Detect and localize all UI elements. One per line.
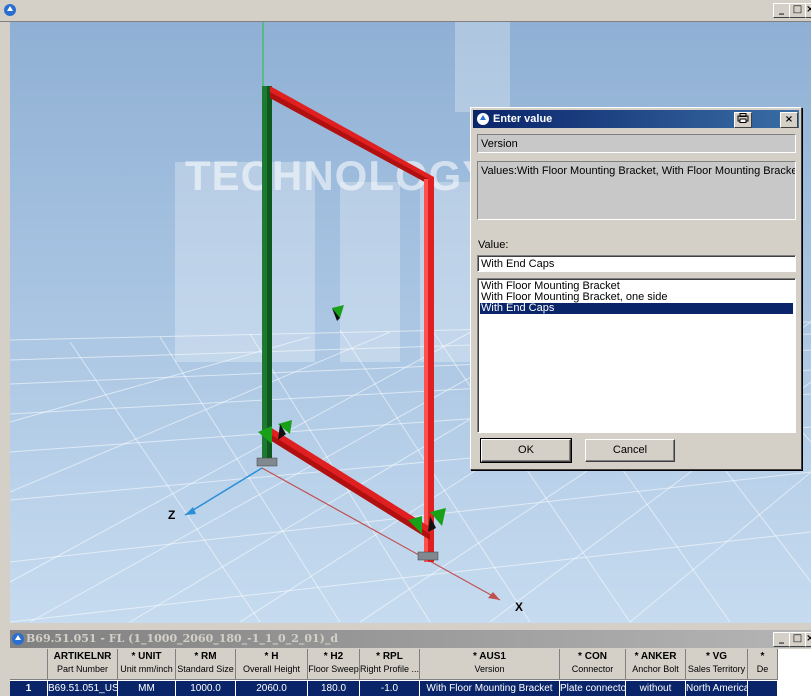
table-cell[interactable]: without — [626, 681, 686, 696]
app-icon — [4, 4, 16, 16]
parameter-table-window: B69.51.051 - FL (1_1000_2060_180_-1_1_0_… — [10, 630, 811, 696]
column-header[interactable]: * AUS1 Version — [420, 649, 560, 680]
table-cell[interactable]: Plate connector — [560, 681, 626, 696]
column-code: * UNIT — [131, 651, 162, 662]
column-header[interactable]: * UNIT Unit mm/inch — [118, 649, 176, 680]
column-code: * — [760, 651, 765, 662]
column-code: * RPL — [376, 651, 403, 662]
printer-icon[interactable] — [734, 112, 752, 128]
column-code: * H2 — [323, 651, 344, 662]
column-description: Part Number — [56, 664, 109, 674]
column-header[interactable]: * De — [748, 649, 778, 680]
table-cell[interactable] — [748, 681, 778, 696]
dialog-title: Enter value — [493, 113, 553, 125]
column-header[interactable] — [10, 649, 48, 680]
table-maximize-button[interactable]: □ — [789, 632, 806, 647]
maximize-button[interactable]: □ — [789, 3, 806, 18]
table-cell[interactable]: -1.0 — [360, 681, 420, 696]
value-label: Value: — [478, 239, 509, 251]
table-cell[interactable]: 180.0 — [308, 681, 360, 696]
column-description: Right Profile ... — [360, 664, 420, 674]
column-description: Sales Territory — [687, 664, 746, 674]
column-header[interactable]: * CON Connector — [560, 649, 626, 680]
table-cell[interactable]: 2060.0 — [236, 681, 308, 696]
minimize-button[interactable]: _ — [773, 3, 790, 18]
list-item-selected[interactable]: With End Caps — [480, 303, 793, 314]
column-description: Anchor Bolt — [632, 664, 679, 674]
cancel-button[interactable]: Cancel — [585, 439, 675, 462]
column-header[interactable]: * VG Sales Territory — [686, 649, 748, 680]
column-description: Unit mm/inch — [120, 664, 173, 674]
options-list[interactable]: With Floor Mounting Bracket With Floor M… — [477, 278, 796, 433]
table-cell[interactable]: 1000.0 — [176, 681, 236, 696]
column-code: * AUS1 — [473, 651, 506, 662]
close-button[interactable]: × — [805, 3, 811, 18]
values-info-display: Values:With Floor Mounting Bracket, With… — [477, 161, 796, 220]
parameter-grid[interactable]: 1 ARTIKELNR Part Number B69.51.051_US * UNIT… — [10, 649, 811, 696]
column-code: * VG — [705, 651, 728, 662]
column-description: Floor Sweep — [308, 664, 359, 674]
column-header[interactable]: * H Overall Height — [236, 649, 308, 680]
table-title: B69.51.051 - FL (1_1000_2060_180_-1_1_0_… — [26, 632, 339, 645]
ok-button[interactable]: OK — [480, 438, 572, 463]
app-icon — [12, 633, 24, 645]
table-close-button[interactable]: × — [805, 632, 811, 647]
table-cell[interactable]: MM — [118, 681, 176, 696]
column-header[interactable]: * RM Standard Size — [176, 649, 236, 680]
column-description: Standard Size — [177, 664, 234, 674]
table-cell[interactable]: B69.51.051_US — [48, 681, 118, 696]
column-code: * ANKER — [634, 651, 677, 662]
column-code: * CON — [578, 651, 607, 662]
column-description: Overall Height — [242, 664, 301, 674]
table-cell[interactable]: 1 — [10, 681, 48, 696]
column-header[interactable]: * H2 Floor Sweep — [308, 649, 360, 680]
column-code: ARTIKELNR — [53, 651, 112, 662]
value-input[interactable]: With End Caps — [477, 255, 796, 272]
column-header[interactable]: * ANKER Anchor Bolt — [626, 649, 686, 680]
dialog-titlebar: Enter value × — [473, 110, 799, 128]
x-axis-label: X — [515, 600, 524, 614]
field-name-display: Version — [477, 134, 796, 153]
column-header[interactable]: * RPL Right Profile ... — [360, 649, 420, 680]
column-code: * H — [264, 651, 279, 662]
enter-value-dialog: Enter value × Version Values:With Floor … — [470, 107, 802, 470]
main-window: _ □ × — [0, 0, 811, 696]
table-cell[interactable]: North America — [686, 681, 748, 696]
column-description: Connector — [571, 664, 614, 674]
column-code: * RM — [194, 651, 217, 662]
table-cell[interactable]: With Floor Mounting Bracket — [420, 681, 560, 696]
z-axis-label: Z — [168, 508, 176, 522]
table-titlebar: B69.51.051 - FL (1_1000_2060_180_-1_1_0_… — [10, 630, 811, 648]
app-icon — [477, 113, 489, 125]
table-minimize-button[interactable]: _ — [773, 632, 790, 647]
column-header[interactable]: ARTIKELNR Part Number — [48, 649, 118, 680]
column-description: De — [756, 664, 769, 674]
column-description: Version — [474, 664, 505, 674]
main-titlebar: _ □ × — [0, 0, 811, 22]
dialog-close-button[interactable]: × — [780, 112, 798, 128]
